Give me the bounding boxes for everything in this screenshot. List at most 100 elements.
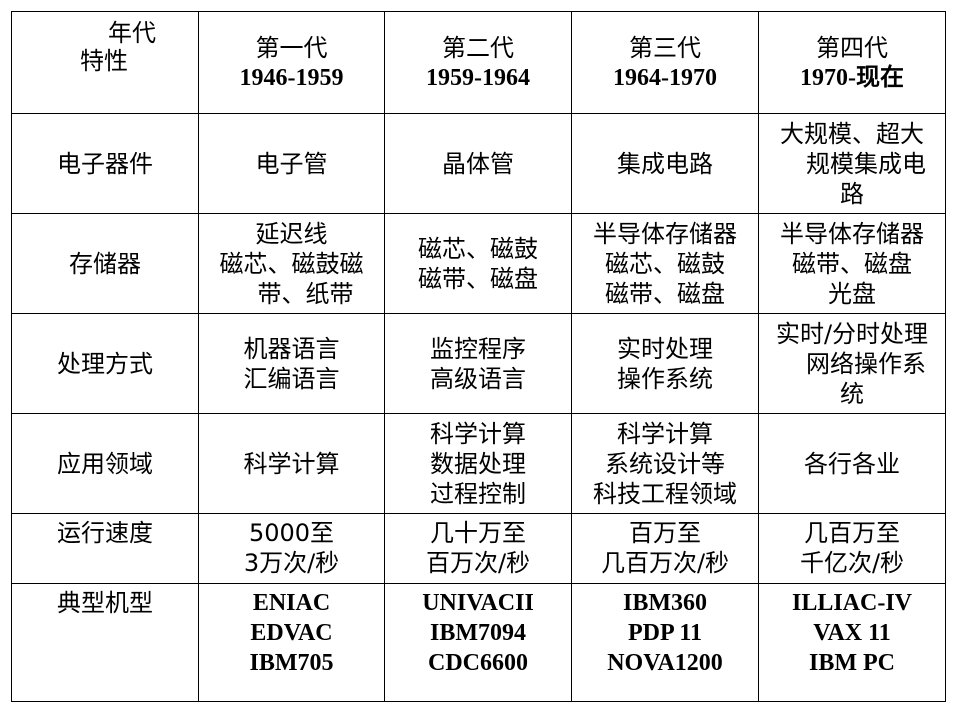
row-label: 存储器 bbox=[11, 213, 199, 314]
cell-line: 过程控制 bbox=[430, 479, 526, 508]
cell-line: 规模集成电 bbox=[806, 149, 926, 178]
cell-line: 千亿次/秒 bbox=[799, 549, 905, 577]
cell-line: 几百万至 bbox=[804, 519, 900, 547]
row-label: 典型机型 bbox=[11, 583, 199, 702]
cell-line: IBM705 bbox=[249, 650, 334, 676]
generation-name: 第三代 bbox=[629, 33, 701, 62]
cell-line: 科学计算 bbox=[243, 449, 340, 478]
cell-line: 汇编语言 bbox=[243, 364, 340, 393]
generation-header-1: 第一代 1946-1959 bbox=[198, 11, 385, 114]
cell-line: 几百万次/秒 bbox=[600, 549, 730, 577]
cell-line: VAX 11 bbox=[813, 620, 891, 646]
table-cell: 机器语言 汇编语言 bbox=[198, 313, 385, 414]
generation-name: 第二代 bbox=[442, 33, 514, 62]
cell-line: 集成电路 bbox=[617, 149, 713, 178]
cell-line: 数据处理 bbox=[430, 449, 526, 478]
header-row: 年代 特性 第一代 1946-1959 第二代 1959-1964 第三代 19… bbox=[11, 11, 946, 114]
row-label: 处理方式 bbox=[11, 313, 199, 414]
row-label: 应用领域 bbox=[11, 413, 199, 514]
table-cell: ILLIAC-IV VAX 11 IBM PC bbox=[758, 583, 946, 702]
cell-line: 路 bbox=[840, 179, 864, 208]
cell-line: 统 bbox=[840, 379, 864, 408]
row-label: 运行速度 bbox=[11, 513, 199, 584]
row-label: 电子器件 bbox=[11, 113, 199, 214]
generation-header-2: 第二代 1959-1964 bbox=[384, 11, 572, 114]
cell-line: 科学计算 bbox=[617, 419, 713, 448]
row-application-field: 应用领域 科学计算 科学计算 数据处理 过程控制 科学计算 系统设计等 科技工程… bbox=[11, 413, 946, 514]
generation-header-4: 第四代 1970-现在 bbox=[758, 11, 946, 114]
cell-line: ILLIAC-IV bbox=[791, 590, 913, 616]
cell-line: 光盘 bbox=[828, 279, 876, 308]
table-cell: 各行各业 bbox=[758, 413, 946, 514]
table-cell: 集成电路 bbox=[571, 113, 759, 214]
cell-line: IBM PC bbox=[809, 650, 895, 676]
table-cell: ENIAC EDVAC IBM705 bbox=[198, 583, 385, 702]
table-cell: 监控程序 高级语言 bbox=[384, 313, 572, 414]
row-speed: 运行速度 5000至 3万次/秒 几十万至 百万次/秒 百万至 几百万次/秒 几… bbox=[11, 513, 946, 584]
cell-line: UNIVACII bbox=[422, 590, 534, 616]
table-cell: 电子管 bbox=[198, 113, 385, 214]
cell-line: 科技工程领域 bbox=[593, 479, 737, 508]
table-cell: 半导体存储器 磁芯、磁鼓 磁带、磁盘 bbox=[571, 213, 759, 314]
cell-line: 实时/分时处理 bbox=[775, 319, 929, 348]
row-storage: 存储器 延迟线 磁芯、磁鼓磁 带、纸带 磁芯、磁鼓 磁带、磁盘 半导体存储器 磁… bbox=[11, 213, 946, 314]
table-cell: 大规模、超大 规模集成电 路 bbox=[758, 113, 946, 214]
table-cell: 晶体管 bbox=[384, 113, 572, 214]
table-cell: 半导体存储器 磁带、磁盘 光盘 bbox=[758, 213, 946, 314]
cell-line: 科学计算 bbox=[430, 419, 526, 448]
row-typical-models: 典型机型 ENIAC EDVAC IBM705 UNIVACII IBM7094… bbox=[11, 583, 946, 702]
cell-line: 百万次/秒 bbox=[425, 549, 531, 577]
table-cell: 科学计算 系统设计等 科技工程领域 bbox=[571, 413, 759, 514]
row-processing-mode: 处理方式 机器语言 汇编语言 监控程序 高级语言 实时处理 操作系统 实时/分时… bbox=[11, 313, 946, 414]
cell-line: 几十万至 bbox=[430, 519, 526, 547]
cell-line: IBM360 bbox=[623, 590, 707, 616]
corner-property-label: 特性 bbox=[80, 47, 128, 75]
table-cell: 几十万至 百万次/秒 bbox=[384, 513, 572, 584]
cell-line: 电子管 bbox=[255, 149, 328, 178]
cell-line: 磁带、磁盘 bbox=[792, 249, 912, 278]
generation-years: 1964-1970 bbox=[613, 64, 717, 91]
cell-line: 半导体存储器 bbox=[780, 219, 924, 248]
table-cell: 实时/分时处理 网络操作系 统 bbox=[758, 313, 946, 414]
cell-line: 磁芯、磁鼓 bbox=[605, 249, 725, 278]
generation-header-3: 第三代 1964-1970 bbox=[571, 11, 759, 114]
generation-name: 第四代 bbox=[816, 33, 888, 62]
cell-line: PDP 11 bbox=[627, 620, 702, 646]
corner-generation-label: 年代 bbox=[108, 19, 156, 47]
computer-generations-table: 年代 特性 第一代 1946-1959 第二代 1959-1964 第三代 19… bbox=[11, 11, 946, 702]
row-electronic-components: 电子器件 电子管 晶体管 集成电路 大规模、超大 规模集成电 路 bbox=[11, 113, 946, 214]
cell-line: 高级语言 bbox=[430, 364, 526, 393]
table-cell: 5000至 3万次/秒 bbox=[198, 513, 385, 584]
table-cell: IBM360 PDP 11 NOVA1200 bbox=[571, 583, 759, 702]
cell-line: 监控程序 bbox=[430, 334, 526, 363]
cell-line: EDVAC bbox=[250, 620, 333, 646]
table-cell: 科学计算 数据处理 过程控制 bbox=[384, 413, 572, 514]
cell-line: 网络操作系 bbox=[806, 349, 926, 378]
cell-line: 机器语言 bbox=[243, 334, 340, 363]
table-cell: 科学计算 bbox=[198, 413, 385, 514]
cell-line: 系统设计等 bbox=[605, 449, 725, 478]
cell-line: 磁带、磁盘 bbox=[605, 279, 725, 308]
generation-years: 1946-1959 bbox=[239, 64, 344, 91]
table-cell: 百万至 几百万次/秒 bbox=[571, 513, 759, 584]
cell-line: CDC6600 bbox=[428, 650, 528, 676]
cell-line: 磁芯、磁鼓 bbox=[418, 234, 538, 263]
table-cell: 几百万至 千亿次/秒 bbox=[758, 513, 946, 584]
cell-line: 各行各业 bbox=[804, 449, 900, 478]
cell-line: 磁芯、磁鼓磁 bbox=[219, 249, 364, 278]
cell-line: 半导体存储器 bbox=[593, 219, 737, 248]
corner-cell: 年代 特性 bbox=[11, 11, 199, 114]
cell-line: 磁带、磁盘 bbox=[418, 264, 538, 293]
cell-line: 大规模、超大 bbox=[780, 119, 924, 148]
cell-line: IBM7094 bbox=[430, 620, 526, 646]
generation-years: 1970-现在 bbox=[800, 64, 904, 91]
cell-line: ENIAC bbox=[252, 590, 331, 616]
table-cell: UNIVACII IBM7094 CDC6600 bbox=[384, 583, 572, 702]
table-cell: 磁芯、磁鼓 磁带、磁盘 bbox=[384, 213, 572, 314]
cell-line: 延迟线 bbox=[255, 219, 328, 248]
cell-line: 晶体管 bbox=[442, 149, 514, 178]
cell-line: NOVA1200 bbox=[607, 650, 723, 676]
cell-line: 百万至 bbox=[629, 519, 701, 547]
cell-line: 实时处理 bbox=[617, 334, 713, 363]
table-cell: 实时处理 操作系统 bbox=[571, 313, 759, 414]
